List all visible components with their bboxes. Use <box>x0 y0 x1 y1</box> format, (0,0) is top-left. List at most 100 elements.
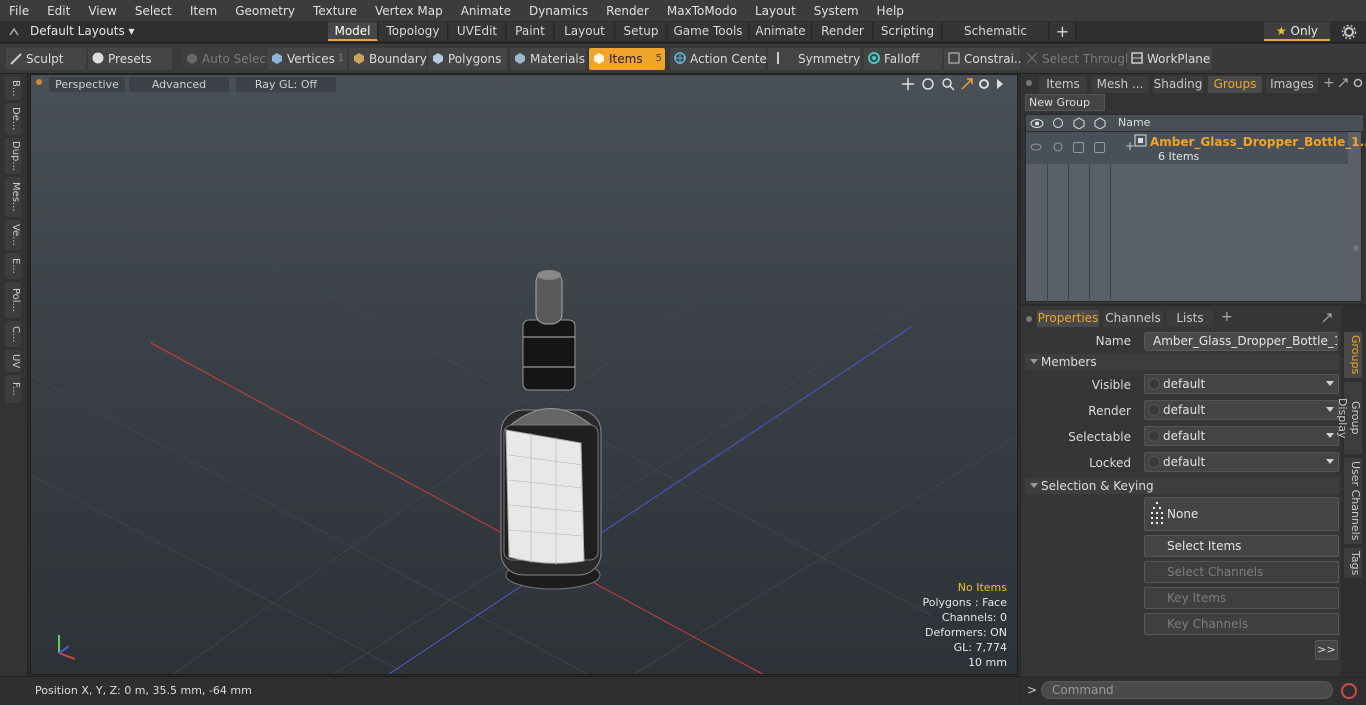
menu-render[interactable]: Render <box>597 4 658 18</box>
locked-dropdown[interactable]: default <box>1144 452 1339 472</box>
tab-paint[interactable]: Paint <box>507 22 554 41</box>
select-items-button[interactable]: Select Items <box>1144 535 1339 557</box>
left-tab-deform[interactable]: De... <box>5 103 21 135</box>
group-row[interactable]: + Amber_Glass_Dropper_Bottle_1... 6 Item… <box>1026 132 1366 164</box>
tab-mesh[interactable]: Mesh ... <box>1091 76 1149 93</box>
side-tab-user-channels[interactable]: User Channels <box>1344 458 1362 544</box>
record-icon[interactable] <box>1340 682 1358 700</box>
visible-dropdown[interactable]: default <box>1144 374 1339 394</box>
raygl-button[interactable]: Ray GL: Off <box>236 77 336 92</box>
members-section[interactable]: Members <box>1025 354 1339 370</box>
tab-items[interactable]: Items <box>1039 76 1087 93</box>
expand-panel-icon[interactable] <box>1337 77 1349 89</box>
viewport-menu-dot[interactable] <box>36 79 42 85</box>
items-button[interactable]: Items 5 <box>589 48 665 70</box>
view-perspective-button[interactable]: Perspective <box>49 77 125 92</box>
boundary-button[interactable]: Boundary <box>349 48 427 70</box>
tab-images[interactable]: Images <box>1266 76 1318 93</box>
tab-render[interactable]: Render <box>813 22 873 41</box>
more-button[interactable]: >> <box>1315 640 1338 660</box>
menu-dynamics[interactable]: Dynamics <box>520 4 597 18</box>
action-center-button[interactable]: Action Center <box>670 48 772 70</box>
sculpt-button[interactable]: Sculpt <box>6 48 86 70</box>
row-select-checkbox[interactable] <box>1094 142 1105 153</box>
visible-key-icon[interactable] <box>1148 378 1160 390</box>
panel-gear-icon[interactable] <box>1352 77 1364 89</box>
tab-uvedit[interactable]: UVEdit <box>449 22 506 41</box>
render-dropdown[interactable]: default <box>1144 400 1339 420</box>
selectable-dropdown[interactable]: default <box>1144 426 1339 446</box>
gear-icon[interactable] <box>1341 24 1357 40</box>
side-tab-tags[interactable]: Tags <box>1344 548 1362 578</box>
tab-animate[interactable]: Animate <box>750 22 812 41</box>
left-tab-duplicate[interactable]: Dup... <box>5 138 21 174</box>
props-menu-dot[interactable] <box>1026 316 1032 322</box>
tab-lists[interactable]: Lists <box>1167 310 1213 327</box>
locked-key-icon[interactable] <box>1148 456 1160 468</box>
tab-setup[interactable]: Setup <box>616 22 667 41</box>
tab-schematic-fusion[interactable]: Schematic Fusion <box>943 22 1049 57</box>
side-tab-group-display[interactable]: Group Display <box>1336 382 1362 454</box>
menu-file[interactable]: File <box>0 4 38 18</box>
select-through-button[interactable]: Select Through <box>1022 48 1133 70</box>
menu-edit[interactable]: Edit <box>38 4 79 18</box>
left-tab-basic[interactable]: B... <box>5 76 21 100</box>
menu-layout[interactable]: Layout <box>746 4 805 18</box>
selectable-key-icon[interactable] <box>1148 430 1160 442</box>
left-tab-polygon[interactable]: Pol... <box>5 282 21 318</box>
list-scrollbar[interactable] <box>1353 245 1359 251</box>
left-tab-vertex[interactable]: Ve... <box>5 220 21 250</box>
none-button[interactable]: None <box>1144 497 1339 531</box>
panel-menu-dot[interactable] <box>1026 80 1032 86</box>
left-tab-uv[interactable]: UV <box>5 350 21 372</box>
menu-select[interactable]: Select <box>126 4 181 18</box>
maximize-view-icon[interactable] <box>960 77 974 91</box>
add-panel-tab-icon[interactable]: + <box>1323 75 1335 91</box>
key-items-button[interactable]: Key Items <box>1144 587 1339 609</box>
tab-groups[interactable]: Groups <box>1208 76 1262 93</box>
left-tab-curve[interactable]: C... <box>5 321 21 347</box>
symmetry-button[interactable]: Symmetry <box>768 48 860 70</box>
tab-game-tools[interactable]: Game Tools <box>668 22 749 41</box>
menu-texture[interactable]: Texture <box>304 4 366 18</box>
falloff-button[interactable]: Falloff <box>864 48 942 70</box>
constraints-button[interactable]: Constrai... <box>944 48 1025 70</box>
props-expand-icon[interactable] <box>1321 312 1333 324</box>
selection-keying-section[interactable]: Selection & Keying <box>1025 478 1339 494</box>
render-key-icon[interactable] <box>1148 404 1160 416</box>
row-visible-icon[interactable] <box>1030 142 1042 152</box>
viewport-arrow-icon[interactable] <box>995 78 1005 90</box>
new-group-button[interactable]: New Group <box>1025 94 1105 111</box>
select-channels-button[interactable]: Select Channels <box>1144 561 1339 583</box>
viewport-gear-icon[interactable] <box>977 77 991 91</box>
row-lock-checkbox[interactable] <box>1073 142 1084 153</box>
menu-animate[interactable]: Animate <box>452 4 520 18</box>
side-tab-groups[interactable]: Groups <box>1344 332 1362 378</box>
command-input[interactable]: Command <box>1041 681 1333 699</box>
left-tab-mesh[interactable]: Mes... <box>5 177 21 217</box>
auto-select-button[interactable]: Auto Select <box>182 48 271 70</box>
tab-properties[interactable]: Properties <box>1037 310 1099 327</box>
left-tab-fusion[interactable]: F... <box>5 375 21 403</box>
add-tab-button[interactable]: + <box>1050 22 1076 41</box>
row-render-icon[interactable] <box>1052 141 1064 153</box>
bottle-model[interactable] <box>500 270 602 590</box>
menu-view[interactable]: View <box>79 4 125 18</box>
vertices-button[interactable]: Vertices 1 <box>267 48 347 70</box>
3d-viewport[interactable]: Perspective Advanced Ray GL: Off No Item… <box>30 74 1018 675</box>
name-input[interactable]: Amber_Glass_Dropper_Bottle_100ml ( <box>1144 332 1338 351</box>
menu-vertex-map[interactable]: Vertex Map <box>366 4 452 18</box>
menu-help[interactable]: Help <box>868 4 913 18</box>
tab-scripting[interactable]: Scripting <box>874 22 942 41</box>
workplane-button[interactable]: WorkPlane <box>1127 48 1212 70</box>
menu-maxtomodo[interactable]: MaxToModo <box>658 4 746 18</box>
menu-geometry[interactable]: Geometry <box>226 4 304 18</box>
key-channels-button[interactable]: Key Channels <box>1144 613 1339 635</box>
tab-topology[interactable]: Topology <box>379 22 448 41</box>
view-style-button[interactable]: Advanced <box>129 77 229 92</box>
rotate-view-icon[interactable] <box>921 77 935 91</box>
menu-item[interactable]: Item <box>181 4 226 18</box>
presets-button[interactable]: Presets <box>88 48 172 70</box>
zoom-view-icon[interactable] <box>941 77 955 91</box>
tab-layout[interactable]: Layout <box>555 22 615 41</box>
